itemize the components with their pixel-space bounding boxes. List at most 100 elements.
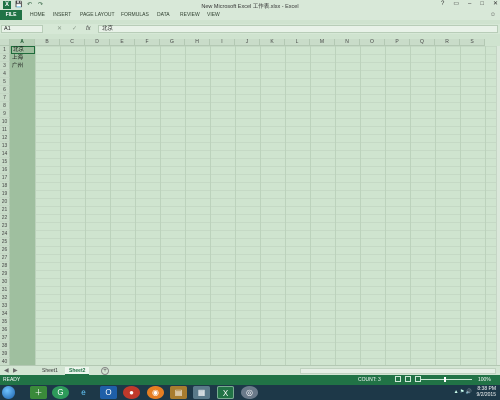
- row-header-20[interactable]: 20: [0, 198, 10, 206]
- ribbon-display-icon[interactable]: ▭: [453, 1, 459, 8]
- column-header-f[interactable]: F: [135, 39, 160, 46]
- column-header-p[interactable]: P: [385, 39, 410, 46]
- system-tray-icons[interactable]: ▲ ⚑ 🔊: [454, 389, 472, 395]
- row-header-33[interactable]: 33: [0, 302, 10, 310]
- row-header-38[interactable]: 38: [0, 342, 10, 350]
- zoom-slider[interactable]: [420, 379, 472, 380]
- cancel-icon[interactable]: ✕: [57, 25, 62, 33]
- zoom-thumb[interactable]: [444, 377, 446, 382]
- start-button[interactable]: [2, 386, 15, 399]
- column-header-e[interactable]: E: [110, 39, 135, 46]
- row-header-11[interactable]: 11: [0, 126, 10, 134]
- row-header-25[interactable]: 25: [0, 238, 10, 246]
- image-viewer-icon[interactable]: ▦: [193, 386, 210, 399]
- row-header-21[interactable]: 21: [0, 206, 10, 214]
- formula-input[interactable]: 北京: [98, 25, 498, 33]
- horizontal-scrollbar[interactable]: [300, 368, 496, 374]
- column-header-i[interactable]: I: [210, 39, 235, 46]
- row-header-8[interactable]: 8: [0, 102, 10, 110]
- cell-a2[interactable]: 上海: [11, 54, 35, 62]
- column-header-j[interactable]: J: [235, 39, 260, 46]
- row-header-27[interactable]: 27: [0, 254, 10, 262]
- row-header-24[interactable]: 24: [0, 230, 10, 238]
- column-header-l[interactable]: L: [285, 39, 310, 46]
- tab-data[interactable]: DATA: [157, 10, 170, 20]
- select-all-corner[interactable]: [0, 39, 10, 46]
- firefox-icon[interactable]: ◉: [147, 386, 164, 399]
- folder-icon[interactable]: ▤: [170, 386, 187, 399]
- row-header-1[interactable]: 1: [0, 46, 10, 54]
- tab-insert[interactable]: INSERT: [53, 10, 71, 20]
- account-icon[interactable]: ☺: [490, 12, 496, 18]
- add-sheet-button[interactable]: +: [101, 367, 109, 375]
- sheet-tab-sheet2[interactable]: Sheet2: [65, 367, 90, 375]
- column-header-m[interactable]: M: [310, 39, 335, 46]
- column-header-n[interactable]: N: [335, 39, 360, 46]
- help-icon[interactable]: ?: [441, 1, 444, 8]
- insert-function-button[interactable]: fx: [86, 25, 91, 33]
- row-header-7[interactable]: 7: [0, 94, 10, 102]
- row-header-22[interactable]: 22: [0, 214, 10, 222]
- vertical-scrollbar[interactable]: [496, 46, 500, 365]
- tab-home[interactable]: HOME: [30, 10, 45, 20]
- minimize-icon[interactable]: –: [468, 1, 471, 8]
- row-header-10[interactable]: 10: [0, 118, 10, 126]
- cell-a1[interactable]: 北京: [11, 46, 35, 54]
- row-header-31[interactable]: 31: [0, 286, 10, 294]
- row-header-6[interactable]: 6: [0, 86, 10, 94]
- taskbar-clock[interactable]: 8:38 PM 9/2/2015: [474, 386, 496, 398]
- row-header-26[interactable]: 26: [0, 246, 10, 254]
- red-app-icon[interactable]: ●: [123, 386, 140, 399]
- row-header-15[interactable]: 15: [0, 158, 10, 166]
- row-header-39[interactable]: 39: [0, 350, 10, 358]
- column-header-o[interactable]: O: [360, 39, 385, 46]
- tab-formulas[interactable]: FORMULAS: [121, 10, 149, 20]
- row-header-4[interactable]: 4: [0, 70, 10, 78]
- row-header-34[interactable]: 34: [0, 310, 10, 318]
- name-box[interactable]: A1: [1, 25, 43, 33]
- enter-icon[interactable]: ✓: [72, 25, 77, 33]
- row-header-35[interactable]: 35: [0, 318, 10, 326]
- cell-area[interactable]: [10, 46, 500, 365]
- row-header-12[interactable]: 12: [0, 134, 10, 142]
- column-header-c[interactable]: C: [60, 39, 85, 46]
- row-header-36[interactable]: 36: [0, 326, 10, 334]
- row-header-14[interactable]: 14: [0, 150, 10, 158]
- row-header-16[interactable]: 16: [0, 166, 10, 174]
- column-header-d[interactable]: D: [85, 39, 110, 46]
- row-header-3[interactable]: 3: [0, 62, 10, 70]
- tab-file[interactable]: FILE: [0, 10, 22, 20]
- normal-view-icon[interactable]: [395, 376, 401, 382]
- g-app-icon[interactable]: G: [52, 386, 69, 399]
- column-header-r[interactable]: R: [435, 39, 460, 46]
- row-header-9[interactable]: 9: [0, 110, 10, 118]
- zoom-level[interactable]: 100%: [478, 377, 491, 383]
- internet-explorer-icon[interactable]: e: [75, 386, 92, 399]
- row-header-37[interactable]: 37: [0, 334, 10, 342]
- outlook-icon[interactable]: O: [100, 386, 117, 399]
- app-launcher-icon[interactable]: ＋: [30, 386, 47, 399]
- misc-app-icon[interactable]: ◎: [241, 386, 258, 399]
- page-layout-view-icon[interactable]: [405, 376, 411, 382]
- row-header-5[interactable]: 5: [0, 78, 10, 86]
- row-header-2[interactable]: 2: [0, 54, 10, 62]
- row-header-18[interactable]: 18: [0, 182, 10, 190]
- sheet-tab-sheet1[interactable]: Sheet1: [38, 367, 62, 375]
- tab-review[interactable]: REVIEW: [180, 10, 200, 20]
- column-header-s[interactable]: S: [460, 39, 485, 46]
- row-header-28[interactable]: 28: [0, 262, 10, 270]
- column-header-k[interactable]: K: [260, 39, 285, 46]
- row-header-30[interactable]: 30: [0, 278, 10, 286]
- column-header-b[interactable]: B: [35, 39, 60, 46]
- row-header-13[interactable]: 13: [0, 142, 10, 150]
- row-header-17[interactable]: 17: [0, 174, 10, 182]
- column-header-g[interactable]: G: [160, 39, 185, 46]
- sheet-prev-icon[interactable]: ◀: [4, 367, 9, 374]
- maximize-icon[interactable]: □: [480, 1, 484, 8]
- tab-view[interactable]: VIEW: [207, 10, 220, 20]
- tab-page-layout[interactable]: PAGE LAYOUT: [80, 10, 115, 20]
- row-header-29[interactable]: 29: [0, 270, 10, 278]
- close-icon[interactable]: ✕: [493, 1, 498, 8]
- cell-a3[interactable]: 广州: [11, 62, 35, 70]
- row-header-32[interactable]: 32: [0, 294, 10, 302]
